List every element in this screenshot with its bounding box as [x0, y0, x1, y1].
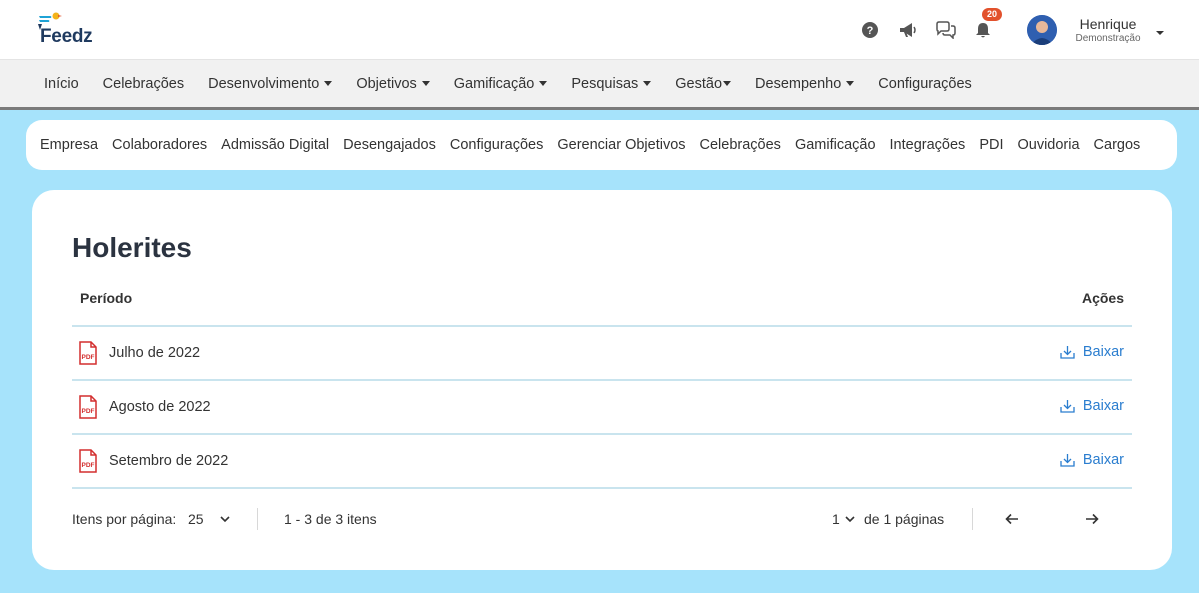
nav-item-objetivos[interactable]: Objetivos: [344, 76, 441, 92]
chevron-down-icon: [220, 516, 230, 523]
subnav-item-celebracoes[interactable]: Celebrações: [693, 137, 788, 153]
subnav-item-colaboradores[interactable]: Colaboradores: [105, 137, 214, 153]
user-role: Demonstração: [1075, 33, 1141, 44]
caret-down-icon: [324, 81, 333, 86]
subnav-item-empresa[interactable]: Empresa: [33, 137, 105, 153]
subnav-item-gamificacao[interactable]: Gamificação: [788, 137, 883, 153]
nav-item-gestao[interactable]: Gestão: [663, 76, 743, 92]
subnav-item-admissao-digital[interactable]: Admissão Digital: [214, 137, 336, 153]
bell-icon[interactable]: [972, 19, 994, 41]
previous-page-button[interactable]: [999, 506, 1025, 532]
column-header-actions: Ações: [1081, 290, 1124, 306]
download-button[interactable]: Baixar: [1060, 452, 1124, 468]
page-title: Holerites: [72, 232, 192, 263]
pdf-file-icon: PDF: [78, 449, 98, 473]
payslips-card: Holerites Período Ações PDF Julho de 202…: [32, 190, 1172, 570]
items-per-page-select[interactable]: 25: [188, 508, 232, 530]
subnav-item-ouvidoria[interactable]: Ouvidoria: [1010, 137, 1086, 153]
caret-down-icon: [846, 81, 855, 86]
nav-item-inicio[interactable]: Início: [32, 76, 91, 92]
subnav-item-desengajados[interactable]: Desengajados: [336, 137, 443, 153]
chevron-down-icon: [845, 516, 855, 523]
payslip-period: Setembro de 2022: [109, 453, 229, 469]
subnav-item-configuracoes[interactable]: Configurações: [443, 137, 551, 153]
svg-text:PDF: PDF: [82, 354, 95, 361]
feedz-logo[interactable]: Feedz: [36, 12, 106, 48]
download-button[interactable]: Baixar: [1060, 398, 1124, 414]
nav-item-gamificacao[interactable]: Gamificação: [442, 76, 560, 92]
subnav-item-cargos[interactable]: Cargos: [1087, 137, 1148, 153]
nav-item-pesquisas[interactable]: Pesquisas: [559, 76, 663, 92]
user-menu-chevron-down-icon[interactable]: [1154, 25, 1166, 35]
payslip-period: Julho de 2022: [109, 345, 201, 361]
nav-item-desempenho[interactable]: Desempenho: [743, 76, 866, 92]
download-icon: [1060, 346, 1075, 359]
table-row: PDF Agosto de 2022 Baixar: [72, 381, 1132, 433]
pagination-divider: [257, 508, 258, 530]
download-icon: [1060, 400, 1075, 413]
current-page-select[interactable]: 1: [832, 508, 862, 530]
column-header-period: Período: [80, 290, 133, 306]
help-icon[interactable]: ?: [859, 19, 881, 41]
arrow-right-icon: [1086, 513, 1099, 525]
nav-item-desenvolvimento[interactable]: Desenvolvimento: [196, 76, 344, 92]
arrow-left-icon: [1005, 513, 1018, 525]
table-row: PDF Setembro de 2022 Baixar: [72, 435, 1132, 487]
main-navigation: Início Celebrações Desenvolvimento Objet…: [0, 60, 1199, 110]
nav-item-celebracoes[interactable]: Celebrações: [91, 76, 196, 92]
pdf-file-icon: PDF: [78, 341, 98, 365]
svg-text:PDF: PDF: [82, 408, 95, 415]
caret-down-icon: [421, 81, 430, 86]
table-row: PDF Julho de 2022 Baixar: [72, 327, 1132, 379]
caret-down-icon: [723, 81, 732, 86]
download-button[interactable]: Baixar: [1060, 344, 1124, 360]
items-range-text: 1 - 3 de 3 itens: [284, 511, 377, 527]
subnav-item-pdi[interactable]: PDI: [972, 137, 1010, 153]
next-page-button[interactable]: [1079, 506, 1105, 532]
subnav-item-gerenciar-objetivos[interactable]: Gerenciar Objetivos: [550, 137, 692, 153]
nav-item-configuracoes[interactable]: Configurações: [866, 76, 984, 92]
admin-subnavigation: Empresa Colaboradores Admissão Digital D…: [26, 120, 1177, 170]
download-icon: [1060, 454, 1075, 467]
svg-text:?: ?: [867, 25, 874, 37]
chat-icon[interactable]: [935, 19, 957, 41]
brand-name: Feedz: [40, 26, 93, 47]
caret-down-icon: [539, 81, 548, 86]
top-header: Feedz ? 20 Henrique Demonstração: [0, 0, 1199, 60]
svg-text:PDF: PDF: [82, 462, 95, 469]
megaphone-icon[interactable]: [897, 19, 919, 41]
caret-down-icon: [643, 81, 652, 86]
payslip-period: Agosto de 2022: [109, 399, 211, 415]
subnav-item-integracoes[interactable]: Integrações: [883, 137, 973, 153]
avatar[interactable]: [1027, 15, 1057, 45]
user-name[interactable]: Henrique: [1068, 16, 1148, 32]
table-divider: [72, 487, 1132, 489]
pagination-divider: [972, 508, 973, 530]
notification-badge: 20: [982, 8, 1002, 21]
pdf-file-icon: PDF: [78, 395, 98, 419]
total-pages-text: de 1 páginas: [864, 511, 945, 527]
items-per-page-label: Itens por página:: [72, 511, 177, 527]
